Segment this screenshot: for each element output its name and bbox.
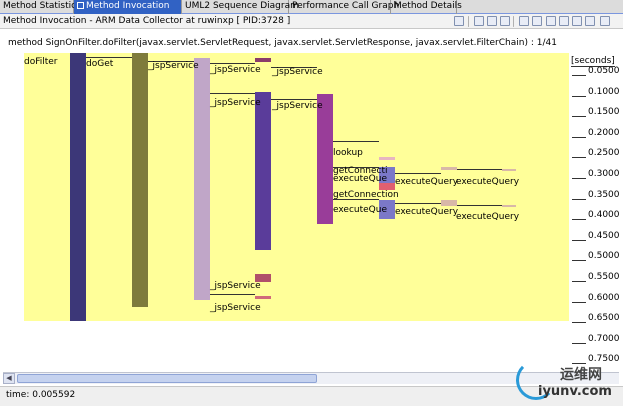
label-dofilter: doFilter [24, 57, 58, 67]
axis-tick-mark [572, 322, 586, 324]
axis-tick-mark [572, 75, 586, 76]
connector-line [457, 169, 502, 170]
bar-jspservice-small[interactable] [255, 58, 271, 62]
bar-dofilter[interactable] [70, 53, 86, 321]
axis-tick-label: 0.1500 [588, 107, 620, 118]
axis-tick-mark [572, 260, 586, 262]
bar-doget[interactable] [132, 53, 148, 307]
label-jspservice: _jspService [210, 98, 261, 108]
bar-jspservice-deep[interactable] [317, 94, 333, 224]
axis-tick-label: 0.2500 [588, 148, 620, 159]
connector-line [210, 63, 255, 64]
connector-line [86, 57, 132, 58]
print-icon[interactable] [585, 16, 595, 26]
label-jspservice: _jspService [210, 281, 261, 291]
bar-getconnection[interactable] [379, 183, 395, 190]
view-menu-icon[interactable] [600, 16, 610, 26]
toolbar-separator [513, 16, 514, 27]
invocation-plot: doFilter doGet _jspService _jspService _… [24, 53, 569, 321]
zoom-in-icon[interactable] [559, 16, 569, 26]
connector-line [271, 99, 317, 100]
label-jspservice: _jspService [210, 65, 261, 75]
connector-line [395, 203, 441, 204]
previous-icon[interactable] [519, 16, 529, 26]
label-jspservice-bottom: _jspService [210, 303, 261, 313]
label-executequery: executeQuery [456, 212, 520, 222]
label-executequery: executeQuery [395, 207, 459, 217]
label-executequery: executeQue [333, 174, 388, 184]
axis-tick-label: 0.7000 [588, 333, 620, 344]
axis-tick-label: 0.3500 [588, 189, 620, 200]
bar-lookup[interactable] [379, 157, 395, 160]
axis-tick-label: 0.6000 [588, 292, 620, 303]
axis-tick-mark [572, 157, 586, 159]
connector-line [210, 93, 255, 94]
axis-tick-label: 0.6500 [588, 313, 620, 324]
axis-tick-label: 0.5000 [588, 251, 620, 262]
axis-tick-mark [572, 116, 586, 118]
view-icon [77, 2, 84, 9]
tab-method-statistics[interactable]: Method Statistics [0, 0, 81, 14]
tab-method-details[interactable]: Method Details [391, 0, 462, 14]
axis-tick-mark [572, 301, 586, 303]
axis-tick-mark [572, 219, 586, 221]
watermark-url: iyunv.com [538, 384, 612, 399]
axis-tick-mark [572, 136, 586, 138]
zoom-fit-icon[interactable] [546, 16, 556, 26]
label-lookup: lookup [333, 148, 363, 158]
axis-tick-mark [572, 239, 586, 241]
label-executequery: executeQue [333, 205, 388, 215]
zoom-out-icon[interactable] [572, 16, 582, 26]
view-title-bar: Method Invocation - ARM Data Collector a… [0, 14, 623, 29]
view-title: Method Invocation - ARM Data Collector a… [3, 16, 291, 26]
axis-tick-mark [572, 95, 586, 97]
bar-jspservice[interactable] [194, 58, 210, 300]
bar-executequery-4[interactable] [441, 200, 457, 206]
scroll-left-icon[interactable]: ◀ [3, 373, 15, 384]
label-executequery: executeQuery [395, 177, 459, 187]
axis-tick-label: 0.1000 [588, 86, 620, 97]
down-icon[interactable] [500, 16, 510, 26]
axis-tick-label: 0.4000 [588, 210, 620, 221]
scroll-thumb[interactable] [17, 374, 317, 383]
bar-executequery-6[interactable] [502, 205, 516, 207]
connector-line [210, 294, 255, 295]
tab-performance-call-graph[interactable]: Performance Call Graph [289, 0, 399, 14]
filter-icon[interactable] [474, 16, 484, 26]
tab-uml2-sequence-diagram[interactable]: UML2 Sequence Diagram [182, 0, 299, 14]
connector-line [395, 173, 441, 174]
axis-tick-label: 0.3000 [588, 169, 620, 179]
bar-executequery-5[interactable] [502, 169, 516, 171]
home-icon[interactable] [454, 16, 464, 26]
axis-tick-label: 0.2000 [588, 127, 620, 138]
label-getconnection: getConnection [333, 190, 399, 200]
label-doget: doGet [86, 59, 114, 69]
status-time: time: 0.005592 [6, 390, 76, 400]
label-executequery: executeQuery [456, 177, 520, 187]
connector-line [333, 141, 379, 142]
method-header: method SignOnFilter.doFilter(javax.servl… [8, 38, 557, 48]
tab-method-invocation[interactable]: Method Invocation [74, 0, 182, 14]
up-icon[interactable] [487, 16, 497, 26]
bar-jspservice-inner[interactable] [255, 92, 271, 250]
axis-tick-label: 0.5500 [588, 272, 620, 282]
label-jspservice: _jspService [272, 67, 323, 77]
label-jspservice: _jspService [148, 61, 199, 71]
axis-tick-mark [572, 342, 586, 344]
axis-tick-mark [572, 281, 586, 282]
watermark-cn: 运维网 [560, 367, 602, 383]
next-icon[interactable] [532, 16, 542, 26]
bar-jspservice-tail[interactable] [255, 296, 271, 299]
axis-tick-label: 0.0500 [588, 66, 620, 76]
label-jspservice: _jspService [272, 101, 323, 111]
watermark: 运维网 iyunv.com [516, 360, 616, 404]
connector-line [457, 205, 502, 206]
editor-tab-strip: Method Statistics Method Invocation UML2… [0, 0, 623, 14]
axis-tick-mark [572, 178, 586, 179]
axis-tick-label: 0.4500 [588, 230, 620, 241]
axis-tick-mark [572, 198, 586, 200]
bar-executequery-3[interactable] [441, 167, 457, 170]
toolbar-separator [468, 16, 469, 27]
